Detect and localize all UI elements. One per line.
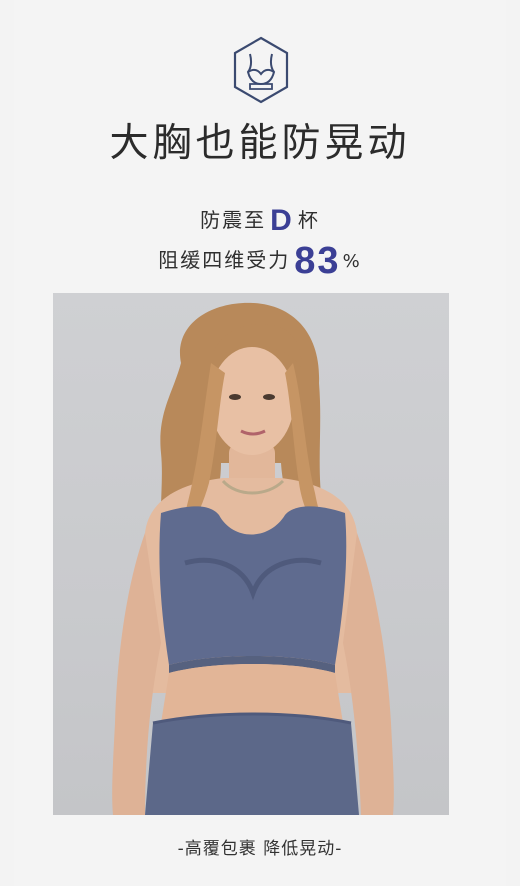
spec-force-number: 83: [294, 240, 341, 282]
spec-line-force: 阻缓四维受力 83%: [0, 242, 520, 280]
sports-bra-hexagon-icon: [232, 36, 290, 104]
page-background: 大胸也能防晃动 防震至 D 杯 阻缓四维受力 83% -高覆包裹 降低晃动-: [0, 0, 520, 886]
photo-caption: -高覆包裹 降低晃动-: [177, 839, 343, 859]
spec-force-prefix: 阻缓四维受力: [158, 248, 291, 272]
spec-line-cup: 防震至 D 杯: [0, 204, 520, 236]
spec-cup-prefix: 防震至: [200, 208, 267, 232]
spec-cup-letter: D: [270, 204, 294, 237]
product-photo: [53, 293, 449, 815]
spec-cup-suffix: 杯: [297, 208, 320, 232]
spec-force-unit: %: [342, 251, 362, 272]
page-title: 大胸也能防晃动: [109, 121, 411, 166]
